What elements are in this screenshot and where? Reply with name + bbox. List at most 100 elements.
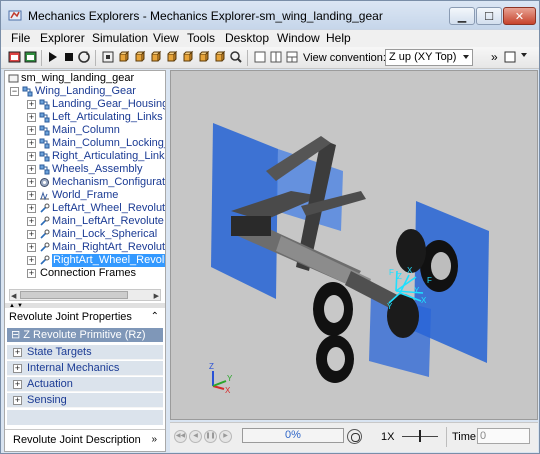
minimize-button[interactable]: ▁ <box>449 7 475 25</box>
back-view-icon[interactable] <box>133 50 147 64</box>
menu-file[interactable]: File <box>11 31 30 46</box>
menu-view[interactable]: View <box>153 31 179 46</box>
joint-icon <box>40 255 50 265</box>
toolbar-overflow-icon[interactable]: » <box>491 50 498 64</box>
pause-icon[interactable]: ❚❚ <box>204 430 217 443</box>
tree-horizontal-scrollbar[interactable]: ◀ ▶ <box>9 289 161 301</box>
play-icon[interactable] <box>46 50 60 64</box>
pane-splitter[interactable]: ▲ ▼ <box>5 303 165 309</box>
stop-icon[interactable] <box>62 50 76 64</box>
split-horizontal-icon[interactable] <box>285 50 299 64</box>
show-model-icon[interactable] <box>24 50 38 64</box>
chevron-down-icon[interactable] <box>521 53 527 57</box>
model-icon <box>8 74 19 83</box>
collapse-icon[interactable]: ⊟ <box>11 329 20 341</box>
expand-icon[interactable]: + <box>27 113 36 122</box>
connection-frames-label: Connection Frames <box>40 267 136 279</box>
expand-description-icon[interactable]: » <box>151 430 157 450</box>
property-group-label: Internal Mechanics <box>27 362 120 374</box>
scroll-left-icon[interactable]: ◀ <box>11 292 16 300</box>
wheel-rear-right-hub <box>431 252 451 280</box>
primitive-header[interactable]: ⊟ Z Revolute Primitive (Rz) <box>7 328 163 342</box>
properties-header[interactable]: Revolute Joint Properties ⌃ <box>5 309 165 325</box>
mechanism-configuration-icon <box>40 178 49 187</box>
expand-icon[interactable]: + <box>13 348 22 357</box>
open-model-icon[interactable] <box>8 50 22 64</box>
collapse-up-icon[interactable]: ⌃ <box>151 309 159 325</box>
mechanics-explorer-icon <box>8 10 22 21</box>
housing-bracket <box>231 216 271 236</box>
menu-help[interactable]: Help <box>326 31 351 46</box>
time-field[interactable]: 0 <box>477 428 530 444</box>
property-group-sensing[interactable]: + Sensing <box>7 393 163 408</box>
expand-icon[interactable]: + <box>27 217 36 226</box>
joint-icon <box>40 203 50 213</box>
collapse-icon[interactable]: − <box>10 87 19 96</box>
tree-item-label: Right_Articulating_Links <box>52 150 165 162</box>
fit-to-view-icon[interactable] <box>101 50 115 64</box>
mechanics-explorer-window: Mechanics Explorers - Mechanics Explorer… <box>0 0 540 454</box>
skip-to-start-icon[interactable]: ◀◀ <box>174 430 187 443</box>
expand-icon[interactable]: + <box>27 100 36 109</box>
front-view-icon[interactable] <box>117 50 131 64</box>
menu-desktop[interactable]: Desktop <box>225 31 269 46</box>
expand-icon[interactable]: + <box>27 204 36 213</box>
single-view-icon[interactable] <box>253 50 267 64</box>
property-group-state-targets[interactable]: + State Targets <box>7 345 163 360</box>
expand-icon[interactable]: + <box>27 139 36 148</box>
playback-progress[interactable]: 0% <box>242 428 344 443</box>
step-back-icon[interactable]: ◀ <box>189 430 202 443</box>
world-frame-icon <box>40 191 49 201</box>
expand-icon[interactable]: + <box>27 191 36 200</box>
frame-display-icon[interactable] <box>503 50 517 64</box>
tree-item-label: Main_RightArt_Revolute <box>52 241 165 253</box>
slider-knob[interactable] <box>419 430 421 442</box>
wheel-front-left-hub <box>324 295 344 323</box>
property-group-label: Sensing <box>27 394 67 406</box>
expand-icon[interactable]: + <box>13 364 22 373</box>
split-vertical-icon[interactable] <box>269 50 283 64</box>
3d-viewer[interactable]: F X Z Y X F Y Z X Y <box>170 70 538 420</box>
maximize-button[interactable]: ☐ <box>476 7 502 25</box>
top-view-icon[interactable] <box>181 50 195 64</box>
expand-icon[interactable]: + <box>13 380 22 389</box>
expand-icon[interactable]: + <box>27 165 36 174</box>
expand-icon[interactable]: + <box>27 256 36 265</box>
menu-simulation[interactable]: Simulation <box>92 31 148 46</box>
bottom-view-icon[interactable] <box>197 50 211 64</box>
progress-percentage: 0% <box>285 429 301 441</box>
property-group-actuation[interactable]: + Actuation <box>7 377 163 392</box>
view-convention-dropdown[interactable]: Z up (XY Top) <box>385 49 473 66</box>
expand-icon[interactable]: + <box>27 243 36 252</box>
close-button[interactable]: ✕ <box>503 7 536 25</box>
scroll-right-icon[interactable]: ▶ <box>154 292 159 300</box>
speed-slider[interactable] <box>402 430 438 442</box>
play-icon[interactable]: ▶ <box>219 430 232 443</box>
menu-window[interactable]: Window <box>277 31 320 46</box>
left-view-icon[interactable] <box>149 50 163 64</box>
right-view-icon[interactable] <box>165 50 179 64</box>
update-diagram-icon[interactable] <box>77 50 91 64</box>
expand-icon[interactable]: + <box>27 126 36 135</box>
expand-icon[interactable]: + <box>27 269 36 278</box>
record-icon[interactable] <box>347 429 362 444</box>
wheel-front-lower-hub <box>327 347 345 371</box>
joint-icon <box>40 229 50 239</box>
expand-icon[interactable]: + <box>27 178 36 187</box>
tree-item-label: Main_Lock_Spherical <box>52 228 158 240</box>
menu-tools[interactable]: Tools <box>187 31 215 46</box>
property-group-internal-mechanics[interactable]: + Internal Mechanics <box>7 361 163 376</box>
isometric-view-icon[interactable] <box>213 50 227 64</box>
zoom-icon[interactable] <box>229 50 243 64</box>
playback-speed: 1X <box>381 431 395 443</box>
description-header[interactable]: Revolute Joint Description » <box>5 429 165 449</box>
subsystem-icon <box>39 112 50 123</box>
expand-icon[interactable]: + <box>27 230 36 239</box>
axis-label-z: Z <box>209 362 214 371</box>
expand-icon[interactable]: + <box>13 396 22 405</box>
toolbar: View convention: Z up (XY Top) » <box>1 47 539 69</box>
expand-icon[interactable]: + <box>27 152 36 161</box>
toolbar-separator <box>247 50 248 66</box>
scrollbar-thumb[interactable] <box>20 291 128 299</box>
menu-explorer[interactable]: Explorer <box>40 31 85 46</box>
